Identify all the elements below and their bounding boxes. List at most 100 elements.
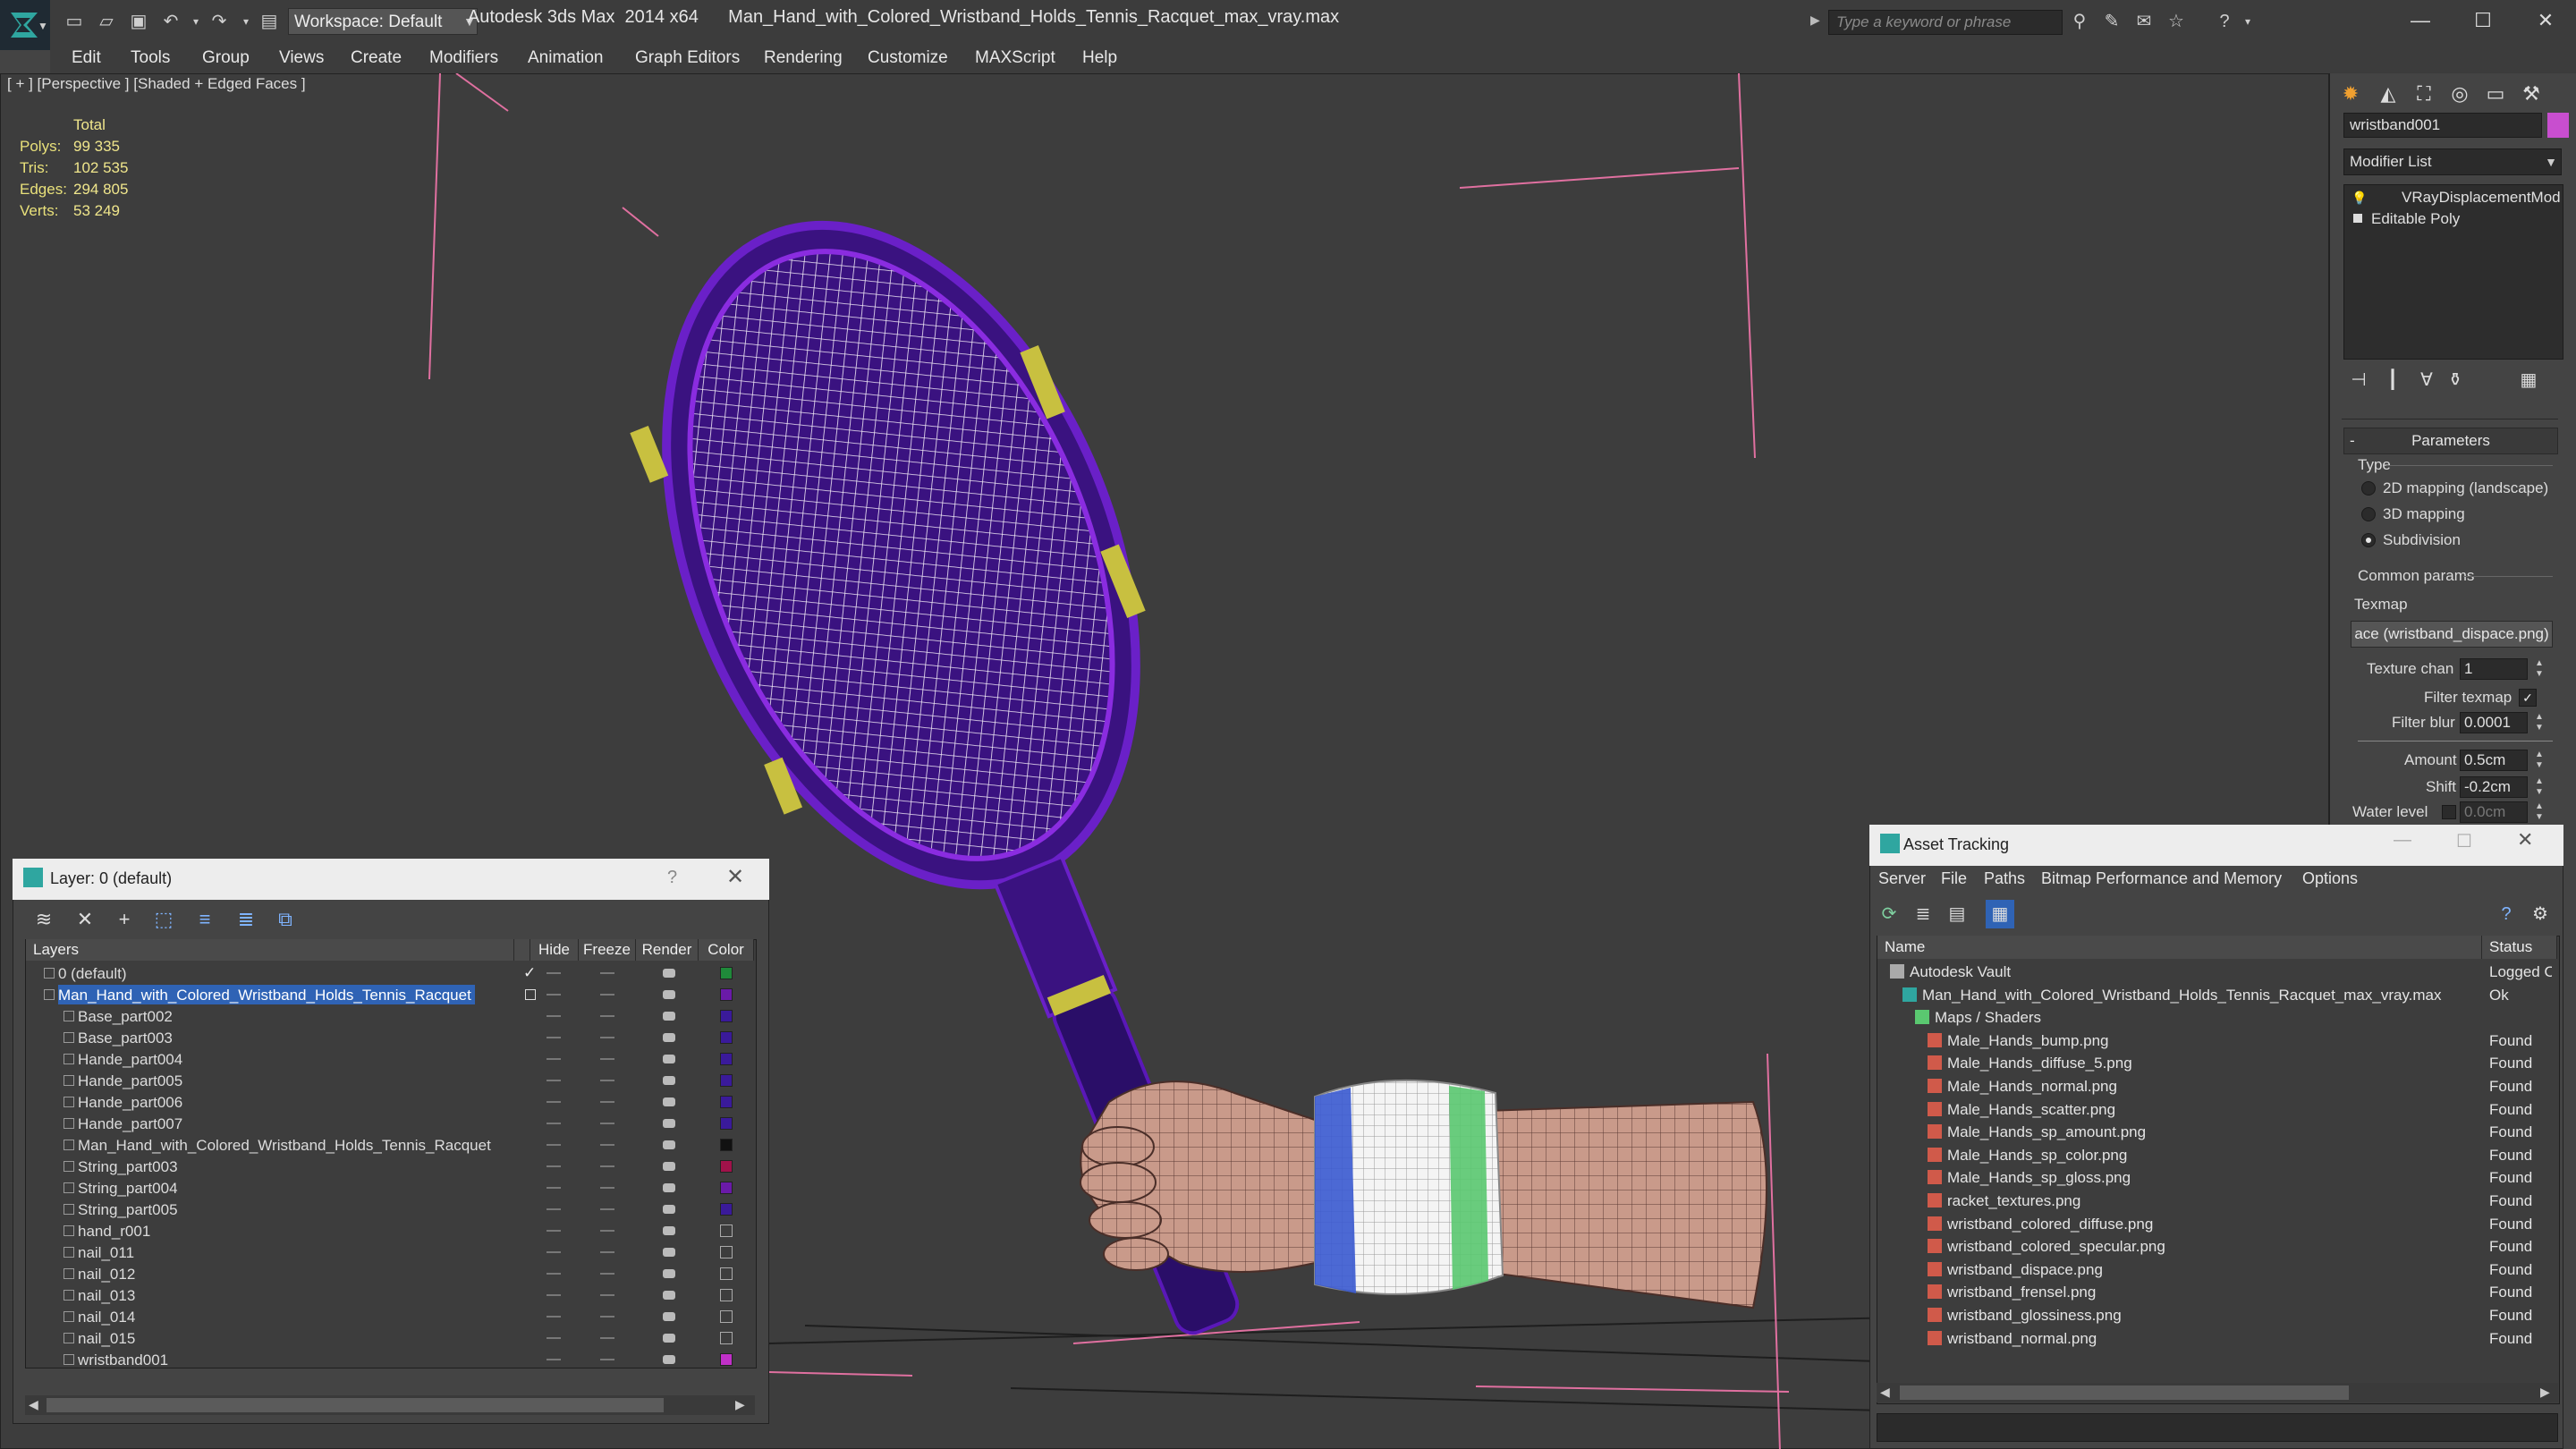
layer-color-swatch[interactable] [720, 1010, 733, 1022]
render-teapot-icon[interactable] [663, 1162, 675, 1171]
render-teapot-icon[interactable] [663, 1097, 675, 1106]
asset-row[interactable]: Male_Hands_bump.png Found [1877, 1030, 2557, 1052]
water-level-field[interactable]: 0.0cm [2460, 801, 2528, 823]
freeze-toggle[interactable] [600, 1230, 614, 1232]
utilities-tab-icon[interactable]: ⚒ [2514, 79, 2548, 109]
display-tab-icon[interactable]: ▭ [2479, 79, 2512, 109]
shift-field[interactable]: -0.2cm [2460, 776, 2528, 798]
render-teapot-icon[interactable] [663, 990, 675, 999]
layer-color-swatch[interactable] [720, 1160, 733, 1173]
hide-toggle[interactable] [547, 1058, 561, 1060]
hide-toggle[interactable] [547, 1080, 561, 1081]
spinner-icon[interactable]: ▲ ▼ [2533, 712, 2546, 733]
asset-row[interactable]: Male_Hands_sp_color.png Found [1877, 1144, 2557, 1166]
layer-row[interactable]: hand_r001 [26, 1220, 754, 1241]
column-hide[interactable]: Hide [530, 939, 579, 961]
layer-row[interactable]: String_part003 [26, 1156, 754, 1177]
render-teapot-icon[interactable] [663, 1269, 675, 1278]
layer-row[interactable]: Base_part002 [26, 1005, 754, 1027]
layer-row[interactable]: wristband001 [26, 1349, 754, 1370]
minimize-button[interactable]: — [2394, 830, 2411, 851]
lightbulb-icon[interactable]: 💡 [2351, 187, 2367, 208]
select-objects-icon[interactable]: ⬚ [147, 903, 181, 936]
table-view-icon[interactable]: ▤ [1943, 900, 1971, 928]
hide-unhide-all-icon[interactable]: ⧉ [268, 903, 302, 936]
show-end-result-icon[interactable]: ┃ [2377, 365, 2408, 395]
layer-color-swatch[interactable] [720, 1096, 733, 1108]
hide-toggle[interactable] [547, 972, 561, 974]
hide-toggle[interactable] [547, 1101, 561, 1103]
object-name-field[interactable]: wristband001 [2343, 113, 2542, 138]
settings-icon[interactable]: ⚙ [2526, 900, 2555, 928]
freeze-toggle[interactable] [600, 1337, 614, 1339]
texmap-button[interactable]: ace (wristband_dispace.png) [2351, 621, 2553, 648]
spinner-icon[interactable]: ▲ ▼ [2533, 658, 2546, 680]
layer-color-swatch[interactable] [720, 1031, 733, 1044]
amount-field[interactable]: 0.5cm [2460, 750, 2528, 771]
layer-color-swatch[interactable] [720, 1353, 733, 1366]
hide-toggle[interactable] [547, 1337, 561, 1339]
layer-color-swatch[interactable] [720, 1182, 733, 1194]
asset-row[interactable]: Autodesk Vault Logged O [1877, 961, 2557, 983]
list-view-icon[interactable]: ≣ [1909, 900, 1937, 928]
refresh-icon[interactable]: ⟳ [1875, 900, 1903, 928]
close-button[interactable]: ✕ [2519, 5, 2572, 36]
layer-color-swatch[interactable] [720, 1246, 733, 1258]
asset-menu-server[interactable]: Server [1878, 869, 1926, 888]
menu-modifiers[interactable]: Modifiers [429, 43, 498, 73]
asset-row[interactable]: Male_Hands_diffuse_5.png Found [1877, 1052, 2557, 1074]
filter-texmap-checkbox[interactable]: ✓ [2519, 689, 2537, 707]
help-dropdown-icon[interactable]: ▾ [2236, 11, 2259, 32]
menu-tools[interactable]: Tools [131, 43, 170, 73]
help-icon[interactable]: ? [667, 868, 677, 888]
menu-rendering[interactable]: Rendering [764, 43, 843, 73]
freeze-toggle[interactable] [600, 1359, 614, 1360]
scroll-left-icon[interactable]: ◀ [29, 1397, 38, 1412]
stack-item-vray-displacement[interactable]: 💡 VRayDisplacementMod [2344, 187, 2561, 208]
render-teapot-icon[interactable] [663, 1226, 675, 1235]
set-current-box-icon[interactable] [525, 989, 536, 1000]
radio-3d-mapping[interactable] [2361, 507, 2376, 521]
maximize-button[interactable]: ☐ [2456, 830, 2472, 852]
help-icon[interactable]: ? [2492, 900, 2521, 928]
asset-row[interactable]: wristband_colored_specular.png Found [1877, 1235, 2557, 1258]
layer-color-swatch[interactable] [720, 1203, 733, 1216]
pin-stack-icon[interactable]: ⊣ [2343, 365, 2374, 395]
layer-color-swatch[interactable] [720, 1053, 733, 1065]
freeze-toggle[interactable] [600, 1080, 614, 1081]
layer-row[interactable]: nail_011 [26, 1241, 754, 1263]
render-teapot-icon[interactable] [663, 1055, 675, 1063]
layer-color-swatch[interactable] [720, 967, 733, 979]
menu-graph-editors[interactable]: Graph Editors [635, 43, 740, 73]
hide-toggle[interactable] [547, 1273, 561, 1275]
asset-row[interactable]: Maps / Shaders [1877, 1006, 2557, 1029]
menu-customize[interactable]: Customize [868, 43, 948, 73]
spinner-icon[interactable]: ▲ ▼ [2533, 801, 2546, 823]
search-input[interactable]: Type a keyword or phrase [1828, 10, 2063, 35]
subscription-icon[interactable]: ✎ [2100, 11, 2123, 32]
close-icon[interactable]: ✕ [726, 864, 744, 890]
viewport-label[interactable]: [ + ] [Perspective ] [Shaded + Edged Fac… [7, 75, 306, 93]
menu-group[interactable]: Group [202, 43, 250, 73]
freeze-toggle[interactable] [600, 972, 614, 974]
render-teapot-icon[interactable] [663, 1355, 675, 1364]
hide-toggle[interactable] [547, 1123, 561, 1124]
binoculars-icon[interactable]: ⚲ [2068, 11, 2091, 32]
menu-create[interactable]: Create [351, 43, 402, 73]
favorites-star-icon[interactable]: ☆ [2165, 11, 2188, 32]
layer-color-swatch[interactable] [720, 988, 733, 1001]
hide-toggle[interactable] [547, 1230, 561, 1232]
layer-color-swatch[interactable] [720, 1267, 733, 1280]
column-status[interactable]: Status [2482, 936, 2557, 959]
freeze-toggle[interactable] [600, 1058, 614, 1060]
menu-help[interactable]: Help [1082, 43, 1117, 73]
communication-icon[interactable]: ✉ [2132, 11, 2156, 32]
texture-chan-field[interactable]: 1 [2460, 658, 2528, 680]
delete-layer-icon[interactable]: ✕ [68, 903, 102, 936]
render-teapot-icon[interactable] [663, 969, 675, 978]
menu-views[interactable]: Views [279, 43, 324, 73]
asset-path-field[interactable] [1877, 1413, 2558, 1442]
render-teapot-icon[interactable] [663, 1012, 675, 1021]
column-render[interactable]: Render [636, 939, 699, 961]
layer-row[interactable]: Hande_part007 [26, 1113, 754, 1134]
